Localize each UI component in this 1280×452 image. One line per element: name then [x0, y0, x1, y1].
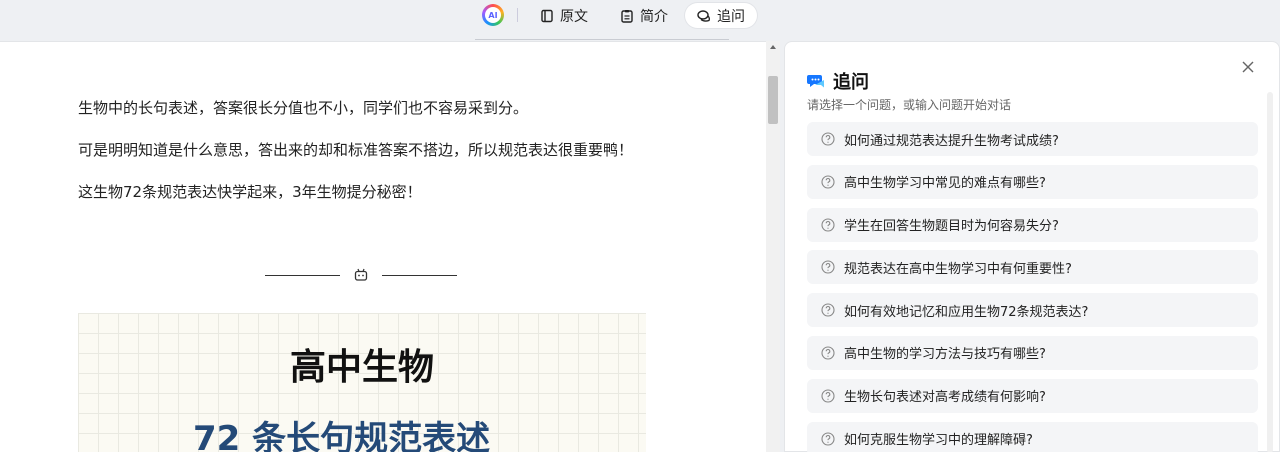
tab-label: 追问	[717, 8, 745, 25]
question-text: 如何克服生物学习中的理解障碍?	[844, 433, 1033, 449]
question-text: 如何通过规范表达提升生物考试成绩?	[844, 133, 1059, 149]
tab-original[interactable]: 原文	[528, 3, 600, 28]
paragraph: 这生物72条规范表达快学起来，3年生物提分秘密！	[78, 183, 422, 201]
document-content: 生物中的长句表述，答案很长分值也不小，同学们也不容易采到分。 可是明明知道是什么…	[0, 41, 766, 452]
tab-followup[interactable]: 追问	[685, 3, 757, 28]
question-text: 规范表达在高中生物学习中有何重要性?	[844, 261, 1072, 277]
question-text: 高中生物学习中常见的难点有哪些?	[844, 176, 1046, 192]
question-item[interactable]: 如何有效地记忆和应用生物72条规范表达?	[807, 293, 1258, 328]
question-mark-icon	[821, 389, 835, 403]
poster-subtitle: 72 条长句规范表述	[193, 419, 491, 452]
chat-bubble-icon	[807, 75, 825, 88]
panel-scrollbar[interactable]	[1267, 92, 1273, 452]
question-item[interactable]: 如何通过规范表达提升生物考试成绩?	[807, 122, 1258, 156]
ai-logo-icon[interactable]: AI	[482, 4, 504, 26]
poster-image: 高中生物 72 条长句规范表述	[78, 313, 646, 452]
tab-bar-underline	[475, 39, 729, 40]
question-text: 学生在回答生物题目时为何容易失分?	[844, 219, 1059, 235]
paragraph: 可是明明知道是什么意思，答出来的却和标准答案不搭边，所以规范表达很重要鸭！	[78, 141, 634, 159]
question-item[interactable]: 高中生物的学习方法与技巧有哪些?	[807, 335, 1258, 370]
question-mark-icon	[821, 432, 835, 446]
followup-panel: 追问 请选择一个问题，或输入问题开始对话 如何通过规范表达提升生物考试成绩? 高…	[784, 41, 1280, 452]
poster-title: 高中生物	[289, 347, 434, 388]
panel-header: 追问	[807, 68, 869, 94]
question-mark-icon	[821, 132, 835, 146]
question-item[interactable]: 规范表达在高中生物学习中有何重要性?	[807, 250, 1258, 285]
question-mark-icon	[821, 260, 835, 274]
clipboard-icon	[621, 9, 633, 23]
question-mark-icon	[821, 175, 835, 189]
robot-icon	[354, 268, 368, 281]
close-icon[interactable]	[1240, 59, 1256, 75]
tab-label: 原文	[560, 8, 588, 25]
question-item[interactable]: 高中生物学习中常见的难点有哪些?	[807, 164, 1258, 199]
question-item[interactable]: 学生在回答生物题目时为何容易失分?	[807, 207, 1258, 242]
question-text: 生物长句表述对高考成绩有何影响?	[844, 390, 1046, 406]
question-item[interactable]: 生物长句表述对高考成绩有何影响?	[807, 378, 1258, 413]
tab-divider	[517, 8, 518, 22]
separator-line	[382, 274, 457, 276]
suggested-questions: 如何通过规范表达提升生物考试成绩? 高中生物学习中常见的难点有哪些? 学生在回答…	[807, 122, 1258, 452]
tab-summary[interactable]: 简介	[608, 3, 680, 28]
tab-label: 简介	[640, 8, 668, 25]
section-separator	[265, 268, 457, 282]
separator-line	[265, 274, 340, 276]
question-text: 高中生物的学习方法与技巧有哪些?	[844, 347, 1046, 363]
chat-bubbles-icon	[697, 9, 710, 22]
question-mark-icon	[821, 218, 835, 232]
question-mark-icon	[821, 303, 835, 317]
scrollbar-thumb[interactable]	[768, 76, 778, 124]
paragraph: 生物中的长句表述，答案很长分值也不小，同学们也不容易采到分。	[78, 99, 529, 117]
document-icon	[541, 9, 553, 22]
panel-subtitle: 请选择一个问题，或输入问题开始对话	[807, 98, 1012, 112]
top-tab-bar: AI 原文 简介 追问	[0, 0, 1280, 40]
question-mark-icon	[821, 346, 835, 360]
question-text: 如何有效地记忆和应用生物72条规范表达?	[844, 304, 1089, 320]
question-item[interactable]: 如何克服生物学习中的理解障碍?	[807, 421, 1258, 452]
panel-title: 追问	[833, 72, 869, 93]
scroll-up-arrow-icon[interactable]	[770, 45, 776, 49]
